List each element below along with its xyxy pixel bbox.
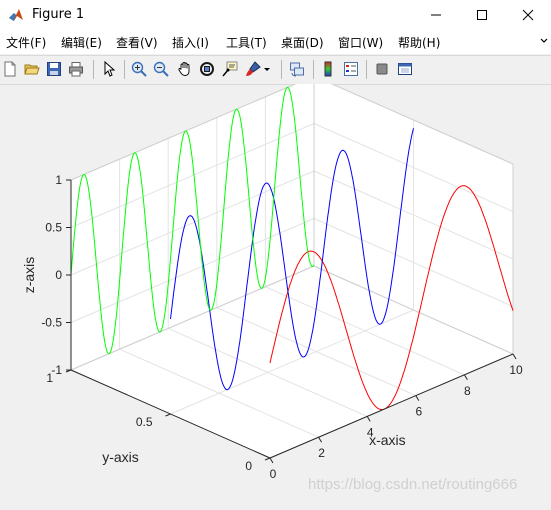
- brush-icon: [246, 61, 261, 76]
- zoom-out-button[interactable]: [151, 59, 171, 79]
- close-icon: [522, 9, 534, 21]
- y-tick: [264, 457, 271, 461]
- toolbar-separator: [281, 60, 282, 79]
- x-tick-label: 10: [509, 363, 523, 377]
- data-cursor-icon: [222, 61, 238, 77]
- menu-view[interactable]: 查看(V): [116, 34, 158, 51]
- title-bar: Figure 1: [0, 0, 551, 31]
- pan-hand-icon: [178, 62, 190, 76]
- maximize-button[interactable]: [459, 0, 505, 30]
- menu-overflow-arrow-icon[interactable]: [539, 36, 549, 46]
- zoom-out-icon: [153, 61, 169, 77]
- open-file-button[interactable]: [22, 59, 42, 79]
- y-tick-label: 0: [245, 459, 252, 473]
- y-tick-label: 0.5: [136, 415, 153, 429]
- menu-help[interactable]: 帮助(H): [398, 34, 440, 51]
- legend-icon: [344, 62, 358, 76]
- new-figure-button[interactable]: [0, 59, 20, 79]
- figure-toolbar: [0, 55, 551, 85]
- x-tick-label: 2: [318, 446, 325, 460]
- axes-3d[interactable]: 024681000.51-1-0.500.51x-axisy-axisz-axi…: [0, 75, 551, 505]
- x-tick: [463, 374, 468, 381]
- hide-plot-tools-icon: [376, 63, 388, 75]
- open-folder-icon: [24, 64, 40, 75]
- toolbar-separator: [366, 60, 367, 79]
- x-tick-label: 0: [270, 467, 277, 481]
- x-tick-label: 8: [464, 384, 471, 398]
- close-button[interactable]: [505, 0, 551, 30]
- menu-edit[interactable]: 编辑(E): [61, 34, 102, 51]
- x-tick: [318, 436, 323, 443]
- menu-bar: 文件(F) 编辑(E) 查看(V) 插入(I) 工具(T) 桌面(D) 窗口(W…: [0, 30, 551, 54]
- print-button[interactable]: [66, 59, 86, 79]
- link-plot-icon: [290, 62, 304, 77]
- colorbar-icon: [324, 61, 332, 77]
- save-button[interactable]: [44, 59, 64, 79]
- z-tick-label: -1: [51, 363, 62, 377]
- y-axis-label: y-axis: [102, 449, 139, 465]
- maximize-icon: [477, 10, 487, 20]
- brush-button[interactable]: [243, 59, 263, 79]
- z-axis-label: z-axis: [21, 257, 37, 294]
- y-tick: [165, 413, 171, 417]
- z-tick-label: 0: [55, 268, 62, 282]
- rotate-3d-icon: [200, 62, 214, 76]
- x-tick: [415, 395, 420, 401]
- new-file-icon: [4, 61, 16, 77]
- menu-file[interactable]: 文件(F): [6, 34, 46, 51]
- link-plot-button[interactable]: [287, 59, 307, 79]
- menu-window[interactable]: 窗口(W): [338, 34, 383, 51]
- menu-tools[interactable]: 工具(T): [226, 34, 267, 51]
- dropdown-arrow-icon: [264, 68, 270, 71]
- show-plot-tools-icon: [398, 63, 412, 75]
- insert-legend-button[interactable]: [341, 59, 361, 79]
- menu-desktop[interactable]: 桌面(D): [281, 34, 324, 51]
- zoom-in-button[interactable]: [129, 59, 149, 79]
- x-tick-label: 6: [415, 405, 422, 419]
- save-disk-icon: [47, 62, 61, 76]
- x-axis-label: x-axis: [369, 432, 406, 448]
- edit-plot-button[interactable]: [99, 59, 119, 79]
- printer-icon: [69, 62, 83, 77]
- toolbar-separator: [93, 60, 94, 79]
- watermark: https://blog.csdn.net/routing666: [308, 476, 518, 493]
- toolbar-separator: [124, 60, 125, 79]
- hide-plot-tools-button[interactable]: [372, 59, 392, 79]
- figure-canvas[interactable]: 0 2 4 6 8 10 0 0.5 1 -1 -0.5 0 0.5 1 x-axis y-axis z-axi…: [0, 75, 551, 505]
- pan-button[interactable]: [175, 59, 195, 79]
- z-tick-label: -0.5: [41, 316, 62, 330]
- rotate-3d-button[interactable]: [197, 59, 217, 79]
- x-tick: [366, 416, 371, 422]
- x-tick: [269, 457, 274, 464]
- matlab-logo-icon: [9, 9, 23, 21]
- pointer-arrow-icon: [104, 61, 116, 77]
- insert-colorbar-button[interactable]: [318, 59, 338, 79]
- z-tick-label: 0.5: [45, 221, 62, 235]
- brush-dropdown-button[interactable]: [262, 59, 272, 79]
- z-tick-label: 1: [55, 173, 62, 187]
- data-cursor-button[interactable]: [220, 59, 240, 79]
- toolbar-separator: [313, 60, 314, 79]
- show-plot-tools-button[interactable]: [395, 59, 415, 79]
- zoom-in-icon: [131, 61, 147, 77]
- minimize-button[interactable]: [413, 0, 459, 30]
- minimize-icon: [431, 14, 441, 16]
- window-title: Figure 1: [32, 7, 85, 22]
- menu-insert[interactable]: 插入(I): [172, 34, 209, 51]
- x-tick: [512, 353, 517, 360]
